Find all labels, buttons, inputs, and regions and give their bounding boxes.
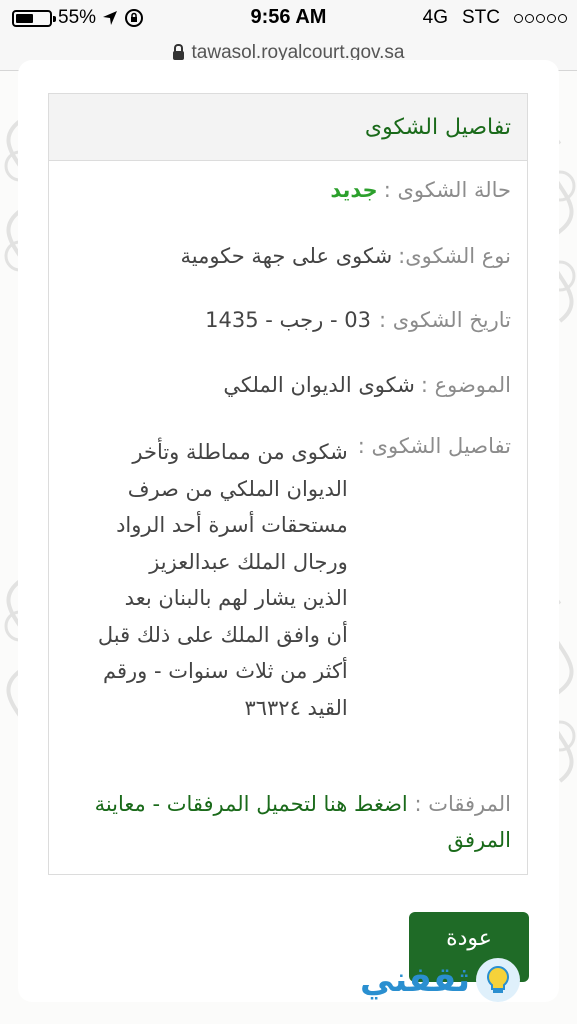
subject-value: شكوى الديوان الملكي bbox=[223, 373, 415, 397]
date-label: تاريخ الشكوى : bbox=[378, 308, 511, 332]
subject-row: الموضوع : شكوى الديوان الملكي bbox=[65, 373, 511, 397]
complaint-details-panel: تفاصيل الشكوى حالة الشكوى : جديد نوع الش… bbox=[48, 93, 528, 875]
type-value: شكوى على جهة حكومية bbox=[180, 244, 393, 268]
status-badge: جديد bbox=[330, 178, 378, 202]
panel-title: تفاصيل الشكوى bbox=[364, 114, 511, 140]
watermark-text: ثقفني bbox=[360, 960, 470, 1000]
subject-label: الموضوع : bbox=[420, 373, 511, 397]
date-value: 03 - رجب - 1435 bbox=[205, 308, 371, 332]
date-row: تاريخ الشكوى : 03 - رجب - 1435 bbox=[65, 308, 511, 332]
watermark: ثقفني bbox=[360, 950, 570, 1010]
lightbulb-icon bbox=[476, 958, 520, 1002]
lock-icon bbox=[172, 44, 184, 60]
type-label: نوع الشكوى: bbox=[398, 244, 511, 268]
attachments-label: المرفقات : bbox=[414, 792, 511, 816]
network-type: 4G bbox=[422, 7, 448, 28]
status-bar: 55% 9:56 AM 4G STC bbox=[0, 0, 577, 36]
details-value: شكوى من مماطلة وتأخر الديوان الملكي من ص… bbox=[97, 440, 348, 720]
details-row: تفاصيل الشكوى : شكوى من مماطلة وتأخر الد… bbox=[65, 434, 511, 726]
status-right: 4G STC bbox=[423, 6, 567, 30]
status-label: حالة الشكوى : bbox=[383, 178, 511, 202]
panel-header: تفاصيل الشكوى bbox=[49, 94, 527, 161]
attachments-row: المرفقات : اضغط هنا لتحميل المرفقات - مع… bbox=[65, 786, 511, 858]
details-label: تفاصيل الشكوى : bbox=[357, 434, 511, 458]
carrier-name: STC bbox=[462, 7, 500, 28]
type-row: نوع الشكوى: شكوى على جهة حكومية bbox=[65, 244, 511, 268]
status-row: حالة الشكوى : جديد bbox=[65, 178, 511, 202]
signal-strength-icon bbox=[514, 13, 567, 23]
